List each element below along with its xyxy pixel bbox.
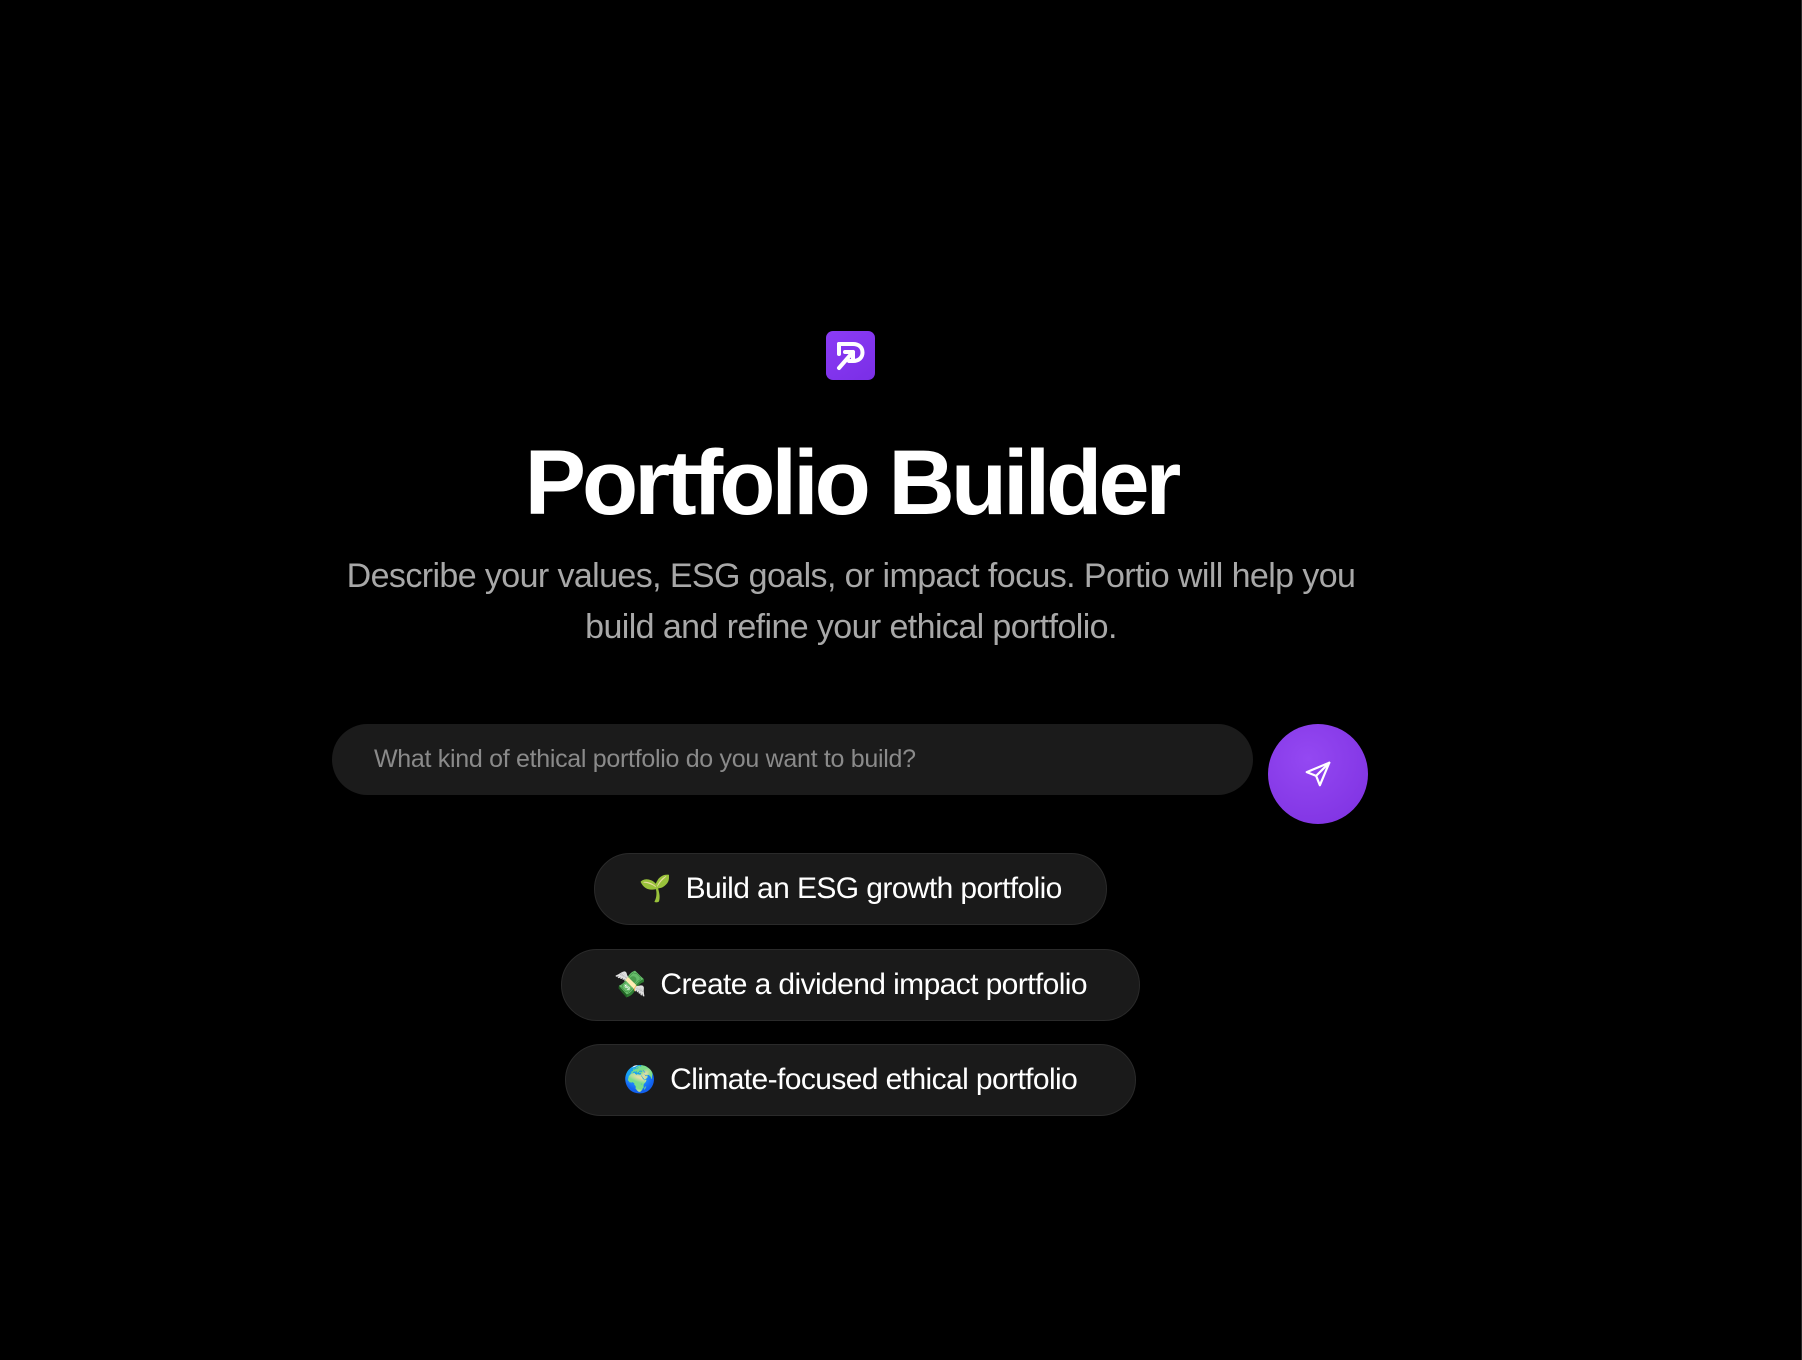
suggestion-label: Create a dividend impact portfolio (660, 968, 1087, 1001)
portio-logo-icon (826, 331, 875, 380)
globe-icon: 🌍 (623, 1065, 657, 1095)
suggestion-label: Climate-focused ethical portfolio (670, 1063, 1078, 1096)
suggestion-dividend-impact[interactable]: 💸 Create a dividend impact portfolio (561, 949, 1140, 1021)
suggestion-climate-focused[interactable]: 🌍 Climate-focused ethical portfolio (565, 1044, 1136, 1116)
page-subtitle: Describe your values, ESG goals, or impa… (346, 557, 1356, 646)
page-title: Portfolio Builder (524, 432, 1182, 534)
money-with-wings-icon: 💸 (614, 970, 647, 1000)
suggestion-esg-growth[interactable]: 🌱 Build an ESG growth portfolio (594, 853, 1107, 925)
suggestion-label: Build an ESG growth portfolio (685, 872, 1063, 905)
portfolio-prompt-input[interactable] (332, 724, 1253, 795)
seedling-icon: 🌱 (639, 874, 672, 904)
send-button[interactable] (1268, 724, 1368, 824)
send-icon (1303, 759, 1333, 789)
